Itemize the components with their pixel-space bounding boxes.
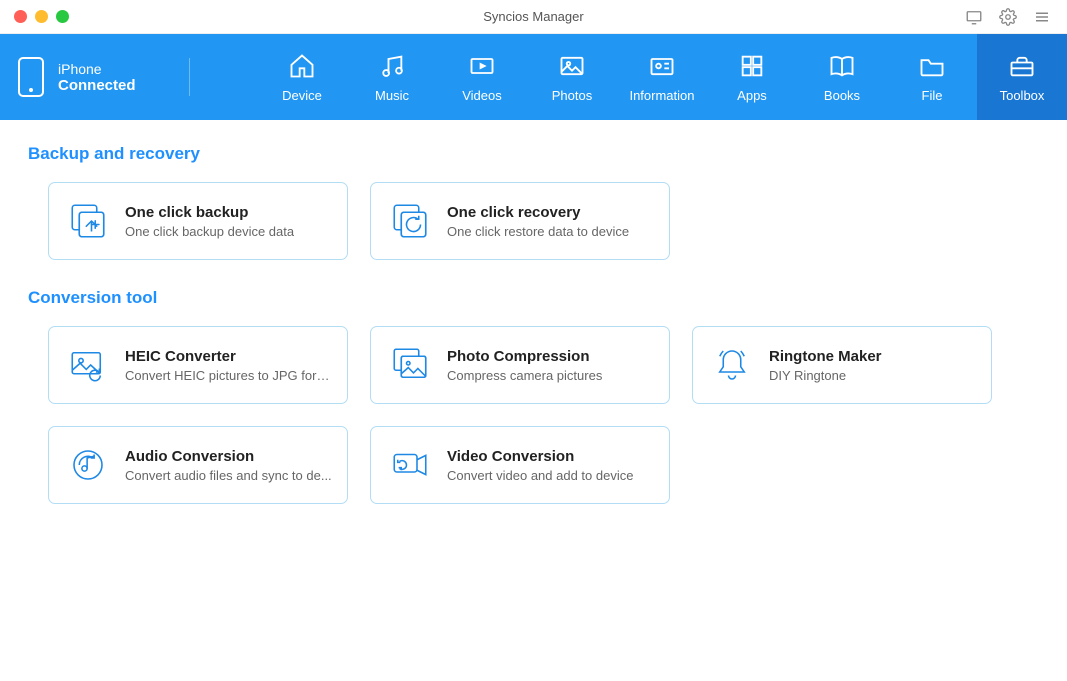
card-title: One click recovery (447, 204, 629, 221)
tab-label: Photos (552, 88, 592, 103)
device-status[interactable]: iPhone Connected (0, 34, 190, 120)
tab-apps[interactable]: Apps (707, 34, 797, 120)
section-title-conversion: Conversion tool (28, 288, 1039, 308)
toolbox-icon (1008, 52, 1036, 80)
tab-label: File (922, 88, 943, 103)
card-one-click-backup[interactable]: One click backup One click backup device… (48, 182, 348, 260)
card-ringtone-maker[interactable]: Ringtone Maker DIY Ringtone (692, 326, 992, 404)
section-conversion: Conversion tool HEIC Converter Convert H… (28, 288, 1039, 504)
window-controls (0, 10, 69, 23)
card-photo-compression[interactable]: Photo Compression Compress camera pictur… (370, 326, 670, 404)
card-icon (648, 52, 676, 80)
card-desc: Convert HEIC pictures to JPG format (125, 368, 335, 383)
card-desc: Convert video and add to device (447, 468, 633, 483)
music-icon (378, 52, 406, 80)
phone-icon (18, 57, 44, 97)
navbar: iPhone Connected Device Music Videos Pho… (0, 34, 1067, 120)
tab-label: Device (282, 88, 322, 103)
close-window-button[interactable] (14, 10, 27, 23)
gear-icon[interactable] (999, 8, 1017, 26)
section-title-backup: Backup and recovery (28, 144, 1039, 164)
tab-label: Information (629, 88, 694, 103)
home-icon (288, 52, 316, 80)
window-title: Syncios Manager (0, 9, 1067, 24)
folder-icon (918, 52, 946, 80)
card-desc: One click backup device data (125, 224, 294, 239)
card-desc: Compress camera pictures (447, 368, 602, 383)
section-backup: Backup and recovery One click backup One… (28, 144, 1039, 260)
backup-cards: One click backup One click backup device… (28, 182, 1039, 260)
bell-icon (711, 344, 753, 386)
tab-label: Apps (737, 88, 767, 103)
minimize-window-button[interactable] (35, 10, 48, 23)
menu-icon[interactable] (1033, 8, 1051, 26)
card-title: Photo Compression (447, 348, 602, 365)
card-title: Ringtone Maker (769, 348, 882, 365)
conversion-cards: HEIC Converter Convert HEIC pictures to … (28, 326, 1039, 504)
tab-books[interactable]: Books (797, 34, 887, 120)
card-title: HEIC Converter (125, 348, 335, 365)
audio-convert-icon (67, 444, 109, 486)
tab-file[interactable]: File (887, 34, 977, 120)
tab-toolbox[interactable]: Toolbox (977, 34, 1067, 120)
device-connection-status: Connected (58, 77, 136, 94)
tab-information[interactable]: Information (617, 34, 707, 120)
card-one-click-recovery[interactable]: One click recovery One click restore dat… (370, 182, 670, 260)
maximize-window-button[interactable] (56, 10, 69, 23)
apps-icon (738, 52, 766, 80)
tab-photos[interactable]: Photos (527, 34, 617, 120)
titlebar-actions (965, 8, 1067, 26)
card-title: One click backup (125, 204, 294, 221)
video-icon (468, 52, 496, 80)
device-name: iPhone (58, 61, 136, 77)
card-video-conversion[interactable]: Video Conversion Convert video and add t… (370, 426, 670, 504)
heic-icon (67, 344, 109, 386)
photo-icon (558, 52, 586, 80)
nav-tabs: Device Music Videos Photos Information A… (190, 34, 1067, 120)
tab-label: Music (375, 88, 409, 103)
card-desc: Convert audio files and sync to de... (125, 468, 332, 483)
backup-icon (67, 200, 109, 242)
content: Backup and recovery One click backup One… (0, 120, 1067, 556)
card-heic-converter[interactable]: HEIC Converter Convert HEIC pictures to … (48, 326, 348, 404)
recovery-icon (389, 200, 431, 242)
card-audio-conversion[interactable]: Audio Conversion Convert audio files and… (48, 426, 348, 504)
card-title: Video Conversion (447, 448, 633, 465)
tab-label: Videos (462, 88, 502, 103)
card-desc: One click restore data to device (447, 224, 629, 239)
tab-label: Books (824, 88, 860, 103)
card-title: Audio Conversion (125, 448, 332, 465)
titlebar: Syncios Manager (0, 0, 1067, 34)
tab-videos[interactable]: Videos (437, 34, 527, 120)
compress-icon (389, 344, 431, 386)
monitor-icon[interactable] (965, 8, 983, 26)
tab-device[interactable]: Device (257, 34, 347, 120)
card-desc: DIY Ringtone (769, 368, 882, 383)
book-icon (828, 52, 856, 80)
video-convert-icon (389, 444, 431, 486)
tab-music[interactable]: Music (347, 34, 437, 120)
device-text: iPhone Connected (58, 61, 136, 94)
tab-label: Toolbox (1000, 88, 1045, 103)
